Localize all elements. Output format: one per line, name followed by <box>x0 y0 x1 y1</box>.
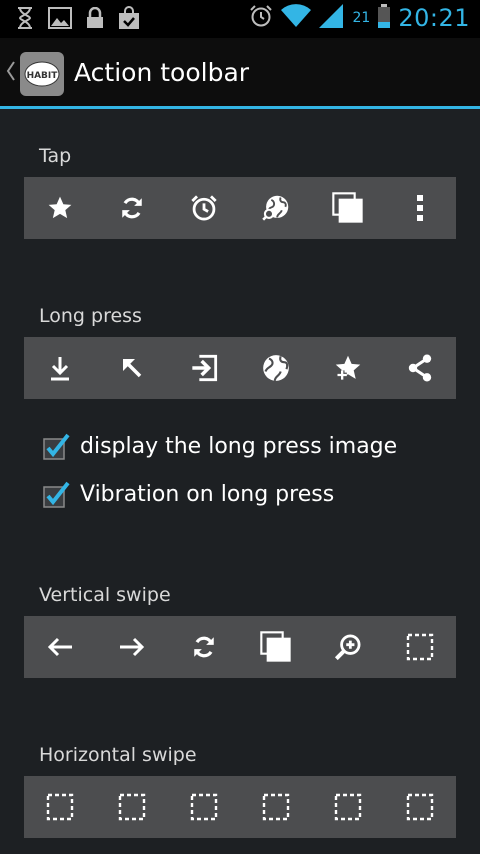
hourglass-icon <box>16 6 34 30</box>
display-long-press-image-label: display the long press image <box>80 433 398 459</box>
empty-slot-icon[interactable] <box>318 776 378 838</box>
chevron-left-icon[interactable] <box>6 60 16 86</box>
display-long-press-image-option[interactable]: display the long press image <box>42 433 398 460</box>
empty-slot-icon[interactable] <box>174 776 234 838</box>
arrow-left-icon[interactable] <box>30 616 90 678</box>
vibration-on-long-press-checkbox[interactable] <box>42 481 70 508</box>
shopping-bag-icon <box>118 6 140 30</box>
zoom-in-icon[interactable] <box>318 616 378 678</box>
page-title: Action toolbar <box>74 58 250 87</box>
star-icon[interactable] <box>30 177 90 239</box>
alarm-icon <box>249 4 273 32</box>
action-bar: HABIT Action toolbar <box>0 38 480 109</box>
logo-text: HABIT <box>27 71 59 81</box>
vibration-on-long-press-label: Vibration on long press <box>80 481 335 507</box>
download-icon[interactable] <box>30 337 90 399</box>
globe-icon[interactable] <box>246 337 306 399</box>
share-icon[interactable] <box>390 337 450 399</box>
signal-icon <box>318 4 343 32</box>
globe-search-icon[interactable] <box>246 177 306 239</box>
arrow-up-left-icon[interactable] <box>102 337 162 399</box>
refresh-icon[interactable] <box>174 616 234 678</box>
star-add-icon[interactable] <box>318 337 378 399</box>
refresh-icon[interactable] <box>102 177 162 239</box>
empty-slot-icon[interactable] <box>30 776 90 838</box>
section-label-horizontal-swipe: Horizontal swipe <box>39 744 197 766</box>
login-icon[interactable] <box>174 337 234 399</box>
section-label-long-press: Long press <box>39 305 142 327</box>
app-logo[interactable]: HABIT <box>20 52 64 96</box>
copy-icon[interactable] <box>246 616 306 678</box>
section-label-tap: Tap <box>39 145 72 167</box>
section-label-vertical-swipe: Vertical swipe <box>39 584 171 606</box>
lock-icon <box>86 7 104 29</box>
copy-icon[interactable] <box>318 177 378 239</box>
empty-slot-icon[interactable] <box>246 776 306 838</box>
status-bar: 21 20:21 <box>0 0 480 38</box>
display-long-press-image-checkbox[interactable] <box>42 433 70 460</box>
tap-toolbar <box>24 177 456 239</box>
empty-slot-icon[interactable] <box>390 776 450 838</box>
horizontal-swipe-toolbar <box>24 776 456 838</box>
arrow-right-icon[interactable] <box>102 616 162 678</box>
long-press-toolbar <box>24 337 456 399</box>
vertical-swipe-toolbar <box>24 616 456 678</box>
empty-slot-icon[interactable] <box>102 776 162 838</box>
clock: 20:21 <box>398 4 470 32</box>
vibration-on-long-press-option[interactable]: Vibration on long press <box>42 481 335 508</box>
wifi-icon <box>280 4 311 32</box>
battery-icon <box>378 4 391 32</box>
empty-slot-icon[interactable] <box>390 616 450 678</box>
battery-level: 21 <box>352 10 371 26</box>
image-icon <box>48 7 72 29</box>
alarm-clock-icon[interactable] <box>174 177 234 239</box>
overflow-menu-icon[interactable] <box>390 177 450 239</box>
